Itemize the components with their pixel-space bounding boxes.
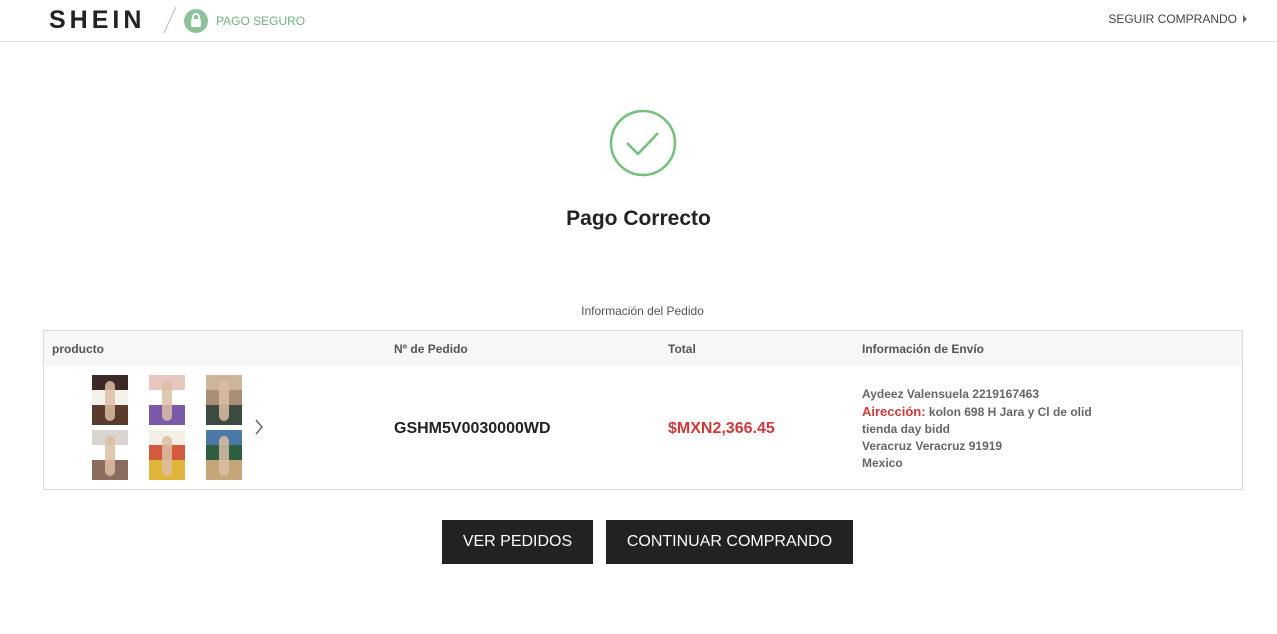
payment-success-title: Pago Correcto: [566, 207, 711, 230]
lock-icon: [184, 9, 208, 33]
column-header-product: producto: [52, 342, 104, 356]
model-silhouette: [219, 436, 229, 476]
column-header-order-number: Nº de Pedido: [394, 342, 468, 356]
product-thumbnail[interactable]: [92, 430, 128, 480]
product-thumbnail[interactable]: [92, 375, 128, 425]
check-circle-icon: [609, 109, 677, 177]
continue-shopping-link[interactable]: SEGUIR COMPRANDO: [1108, 12, 1247, 26]
header: SHEIN PAGO SEGURO SEGUIR COMPRANDO: [0, 0, 1277, 42]
secure-payment-label: PAGO SEGURO: [216, 14, 306, 28]
column-header-shipping-info: Información de Envío: [862, 342, 985, 356]
product-thumbnail[interactable]: [149, 375, 185, 425]
shipping-info: Aydeez Valensuela 2219167463 Airección: …: [862, 386, 1092, 472]
shipping-city: Veracruz Veracruz 91919: [862, 439, 1003, 453]
column-header-total: Total: [668, 342, 696, 356]
model-silhouette: [105, 381, 115, 421]
product-thumbnail[interactable]: [206, 430, 242, 480]
caret-right-icon: [1243, 15, 1247, 23]
shipping-address-value: kolon 698 H Jara y Cl de olid: [928, 405, 1092, 419]
order-info-heading: Información del Pedido: [581, 304, 704, 318]
model-silhouette: [105, 436, 115, 476]
product-thumbnail[interactable]: [149, 430, 185, 480]
shipping-address-line2: tienda day bidd: [862, 422, 951, 436]
chevron-right-icon[interactable]: [254, 419, 264, 435]
divider-slash: [163, 6, 177, 34]
product-thumbnail[interactable]: [206, 375, 242, 425]
model-silhouette: [162, 436, 172, 476]
order-number: GSHM5V0030000WD: [394, 420, 551, 437]
shipping-address-label: Airección:: [862, 404, 926, 419]
model-silhouette: [219, 381, 229, 421]
continue-shopping-link-label: SEGUIR COMPRANDO: [1108, 12, 1237, 26]
shein-logo[interactable]: SHEIN: [49, 5, 145, 35]
model-silhouette: [162, 381, 172, 421]
view-orders-button[interactable]: VER PEDIDOS: [442, 520, 593, 564]
shipping-address-line: Airección: kolon 698 H Jara y Cl de olid: [862, 403, 1092, 421]
shipping-name-phone: Aydeez Valensuela 2219167463: [862, 387, 1040, 401]
order-total: $MXN2,366.45: [668, 420, 775, 437]
table-header: producto Nº de Pedido Total Información …: [44, 331, 1242, 366]
continue-shopping-button[interactable]: CONTINUAR COMPRANDO: [606, 520, 853, 564]
shipping-country: Mexico: [862, 456, 903, 470]
order-table: producto Nº de Pedido Total Información …: [43, 330, 1243, 490]
